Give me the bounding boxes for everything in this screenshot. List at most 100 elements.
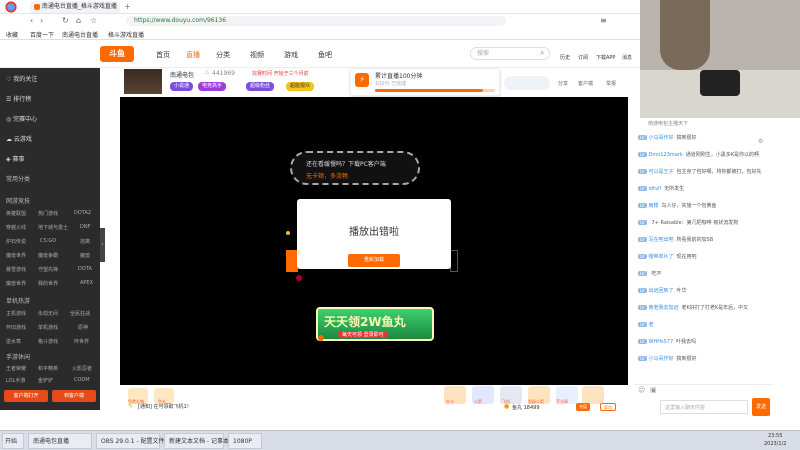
close-cloud-icon[interactable]	[450, 250, 458, 272]
forward-icon[interactable]: ›	[40, 16, 43, 25]
cat[interactable]: 火影忍者	[72, 365, 92, 372]
chat-message[interactable]: LV 老	[638, 321, 770, 328]
chat-message[interactable]: LV 可以是王子 包主身了包好哪，将你都被打，包好先	[638, 168, 770, 175]
chat-message[interactable]: LV 帽帝单片了 现在用吧	[638, 253, 770, 260]
to-client-button[interactable]: 到客户端	[52, 390, 96, 402]
gift-item-extra[interactable]	[582, 386, 604, 404]
chat-username[interactable]: idtvlf	[649, 186, 662, 192]
chat-username[interactable]: 帽帝单片了	[649, 254, 674, 260]
sidebar-item-rank[interactable]: ☰ 排行榜	[6, 94, 31, 103]
chat-message[interactable]: LV idtvlf 无所发生	[638, 185, 770, 192]
backpack-button[interactable]: 背包	[600, 403, 616, 411]
home-icon[interactable]: ⌂	[76, 16, 81, 25]
nav-fishbar[interactable]: 鱼吧	[318, 50, 332, 60]
new-tab-icon[interactable]: +	[124, 2, 131, 11]
header-action-history[interactable]: 历史	[560, 54, 570, 61]
cat[interactable]: 热门游戏	[38, 210, 58, 217]
cat[interactable]: 格斗游戏	[38, 338, 58, 345]
badge-1[interactable]: 电竞高手	[198, 82, 227, 91]
cat[interactable]: DOTA2	[74, 210, 91, 216]
nav-game[interactable]: 游戏	[284, 50, 298, 60]
chat-message[interactable]: LV WHHs577 叶我去吗	[638, 338, 770, 345]
nav-video[interactable]: 视频	[250, 50, 264, 60]
cat[interactable]: 地下城与勇士	[38, 224, 68, 231]
send-button[interactable]: 发送	[752, 398, 770, 416]
task-progress-card[interactable]: ⚡ 累计直播100分钟 100分 已完成	[350, 68, 500, 96]
chat-username[interactable]: 出远回到了	[649, 288, 674, 294]
sidebar-collapse-handle[interactable]: ‹	[100, 228, 105, 262]
bookmark-1[interactable]: 百度一下	[30, 30, 54, 39]
cat[interactable]: 怀旧游戏	[6, 324, 26, 331]
sidebar-item-cloudgame[interactable]: ☁ 云游戏	[6, 134, 32, 143]
nav-category[interactable]: 分类	[216, 50, 230, 60]
gift-notice[interactable]: [通知] 在可领取飞机1！	[138, 403, 192, 410]
chat-message[interactable]: LV 吃不	[638, 270, 770, 277]
task-browser[interactable]: 南通电包直播	[28, 433, 92, 449]
header-action-app[interactable]: 下载APP	[596, 54, 615, 61]
task-obs[interactable]: OBS 29.0.1 - 配置文件	[96, 433, 165, 449]
cat[interactable]: 魔兽世界	[6, 252, 26, 259]
cat[interactable]: CS:GO	[40, 238, 56, 244]
douyu-logo[interactable]: 斗鱼	[100, 46, 134, 62]
emoji-icon[interactable]: ☺	[638, 386, 645, 394]
cat[interactable]: 环世界	[74, 338, 89, 345]
recharge-button[interactable]: 充值	[576, 403, 590, 411]
sidebar-item-events[interactable]: ◈ 赛事	[6, 154, 25, 163]
cat[interactable]: 暴雪游戏	[6, 266, 26, 273]
sidebar-item-follow[interactable]: ♡ 我的关注	[6, 74, 37, 83]
cat[interactable]: 全民狂战	[70, 310, 90, 317]
cat[interactable]: 王者荣耀	[6, 365, 26, 372]
chat-username[interactable]: 写在吧出吧	[649, 237, 674, 243]
chat-input[interactable]: 这里输入聊天内容	[660, 400, 748, 414]
task-1080p[interactable]: 1080P	[228, 433, 262, 449]
share-button[interactable]: 分享	[558, 80, 568, 87]
chat-username[interactable]: 雨楼	[649, 203, 659, 209]
cat[interactable]: 魔兽世界	[6, 280, 26, 287]
start-button[interactable]: 开始	[2, 433, 24, 449]
cat[interactable]: 炉石传说	[6, 238, 26, 245]
cat[interactable]: 守望先锋	[38, 266, 58, 273]
tab-douyu[interactable]	[22, 1, 30, 13]
back-icon[interactable]: ‹	[30, 16, 33, 25]
chat-username[interactable]: Dmo123mark	[649, 152, 683, 158]
chat-message[interactable]: LV 雨楼 鸟人仔，实施一个包黄鱼	[638, 202, 770, 209]
star-icon[interactable]: ☆	[90, 16, 97, 25]
chat-message[interactable]: LV 小马哥作好 搞到很好	[638, 134, 770, 141]
chat-username[interactable]: WHHs577	[649, 339, 674, 345]
cat[interactable]: LOL手游	[6, 377, 25, 384]
cat[interactable]: CODM	[74, 377, 90, 383]
chat-username[interactable]: 南老我去加远	[649, 305, 679, 311]
browser-logo-icon[interactable]	[4, 1, 18, 13]
cat[interactable]: 主机游戏	[6, 310, 26, 317]
cat[interactable]: 英雄联盟	[6, 210, 26, 217]
tab-room[interactable]: 南通电台直播_格斗游戏直播	[30, 1, 120, 13]
cat[interactable]: 单机游戏	[38, 324, 58, 331]
chat-message[interactable]: LV 南老我去加远 老K好打了打老K是年后，中又	[638, 304, 770, 311]
nav-home[interactable]: 首页	[156, 50, 170, 60]
sidebar-item-match[interactable]: ◎ 完赛中心	[6, 114, 37, 123]
chat-message[interactable]: LV 7+ Raisable：第几把咖啡 韧状流发狗	[638, 219, 770, 226]
badge-0[interactable]: 小说通	[170, 82, 194, 91]
image-icon[interactable]: ▣	[650, 386, 657, 394]
reload-button[interactable]: 重新加载	[348, 254, 400, 267]
bookmark-2[interactable]: 南通电台直播	[62, 30, 98, 39]
room-notice[interactable]: 完赛时间 开始于三个月前	[252, 70, 309, 77]
download-cloud-bubble[interactable]: 还在看缓慢吗？下载PC客户端 无卡顿，多流畅	[290, 151, 420, 185]
bookmark-0[interactable]: 收藏	[6, 30, 18, 39]
search-icon[interactable]: ⌕	[540, 48, 544, 58]
task-notepad[interactable]: 新建文本文档 - 记事本	[164, 433, 229, 449]
cat[interactable]: 逃离	[80, 238, 90, 245]
client-open-button[interactable]: 客户端打开	[4, 390, 48, 402]
cat[interactable]: 逆水寒	[6, 338, 21, 345]
cat[interactable]: 魔兽争霸	[38, 252, 58, 259]
cat[interactable]: 金铲铲	[38, 377, 53, 384]
badge-3[interactable]: 超能观众	[286, 82, 315, 91]
cat[interactable]: 原神	[78, 324, 88, 331]
anchor-name[interactable]: 南通电包	[170, 70, 194, 79]
header-action-msg[interactable]: 消息	[622, 54, 632, 61]
refresh-icon[interactable]: ↻	[62, 16, 69, 25]
address-bar[interactable]: https://www.douyu.com/96136	[126, 16, 506, 26]
chat-message[interactable]: LV 出远回到了 叶华	[638, 287, 770, 294]
cat[interactable]: 穿越火线	[6, 224, 26, 231]
cat[interactable]: 永劫无间	[38, 310, 58, 317]
